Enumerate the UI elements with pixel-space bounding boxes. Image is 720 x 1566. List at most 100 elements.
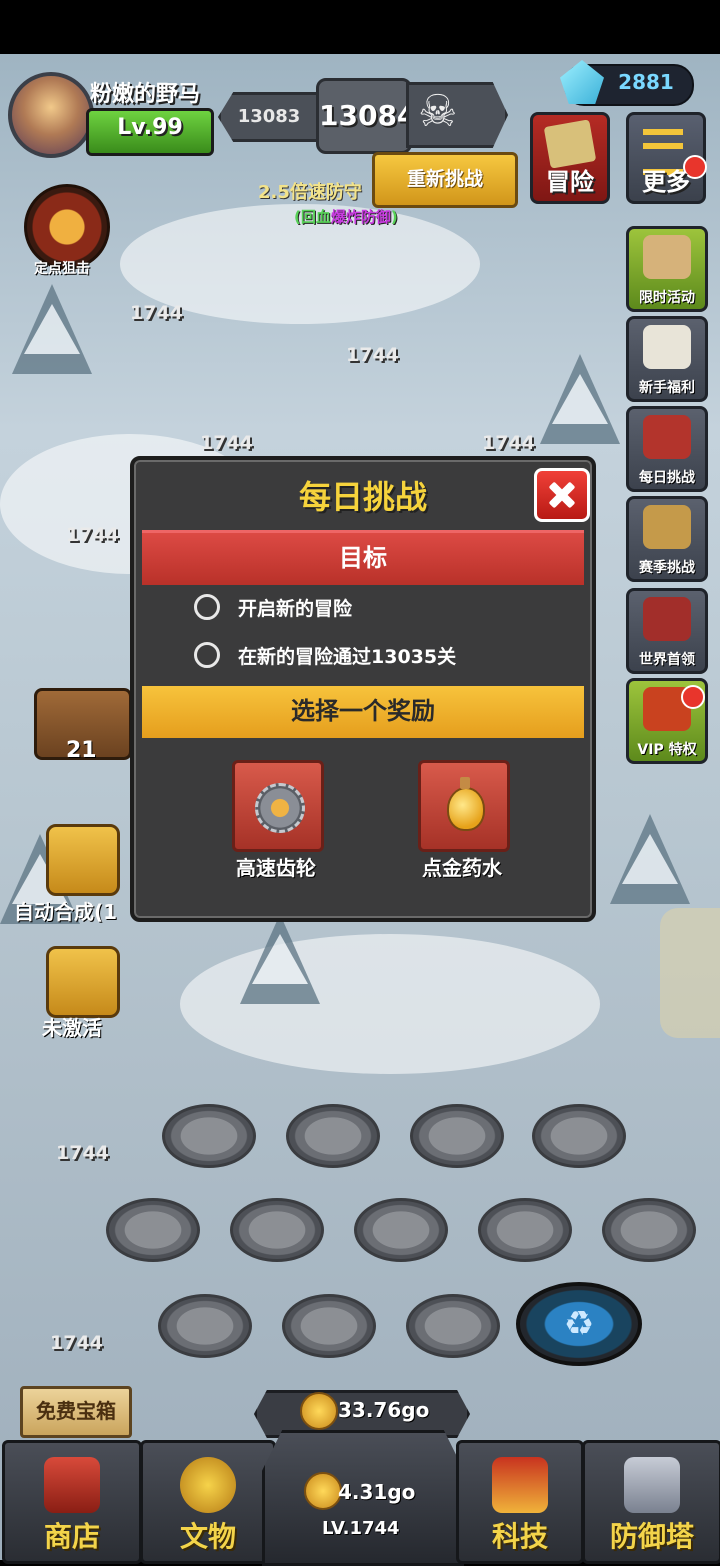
tree (12, 284, 92, 374)
side-label: 赛季挑战 (639, 560, 695, 576)
inactive-label: 未激活 (42, 1016, 102, 1040)
nav-artifact-label: 文物 (179, 1520, 236, 1553)
radio-icon (194, 642, 220, 668)
nav-defense[interactable]: 防御塔 (582, 1440, 720, 1564)
tower-slot[interactable] (230, 1198, 324, 1262)
auto-merge-label: 自动合成(1 (14, 900, 118, 924)
tower-slot[interactable] (282, 1294, 376, 1358)
dialog-title: 每日挑战 (298, 478, 427, 516)
more-button[interactable]: 更多 (626, 112, 707, 204)
goal-text: 在新的冒险通过13035关 (238, 646, 457, 668)
snipe-label: 定点狙击 (34, 261, 90, 277)
player-level-bar: Lv.99 (86, 108, 214, 156)
side-label: 限时活动 (639, 290, 695, 306)
tech-icon (492, 1457, 548, 1513)
shop-icon (44, 1457, 100, 1513)
goal-header: 目标 (142, 530, 584, 585)
nav-tech-label: 科技 (491, 1520, 548, 1553)
center-gold: 4.31go (338, 1480, 416, 1504)
tree (540, 354, 620, 444)
adventure-button[interactable]: 冒险 (530, 112, 610, 204)
tower-slot[interactable] (354, 1198, 448, 1262)
goal-text: 开启新的冒险 (238, 598, 353, 620)
gear-icon (255, 783, 305, 833)
artifact-icon (180, 1457, 236, 1513)
gold-rate: 33.76go (338, 1398, 430, 1422)
center-level: LV.1744 (322, 1518, 400, 1539)
skull-icon: ☠ (418, 86, 458, 137)
anvil-icon[interactable] (46, 824, 120, 896)
nav-artifact[interactable]: 文物 (140, 1440, 276, 1564)
season-challenge-button[interactable]: 赛季挑战 (626, 496, 708, 582)
nav-shop-label: 商店 (43, 1520, 100, 1553)
potion-icon (447, 777, 485, 831)
menu-icon-bar (643, 143, 683, 149)
tower-slot[interactable] (162, 1104, 256, 1168)
player-level: Lv.99 (117, 115, 183, 140)
more-label: 更多 (642, 168, 690, 196)
tree (240, 914, 320, 1004)
chest-count: 21 (66, 738, 97, 763)
recycle-icon[interactable]: ♻ (516, 1282, 642, 1366)
reward-potion-option[interactable] (418, 760, 510, 852)
radio-icon (194, 594, 220, 620)
tower-level: 1744 (200, 432, 253, 454)
side-label: 新手福利 (639, 380, 695, 396)
tower-slot[interactable] (158, 1294, 252, 1358)
adventure-label: 冒险 (546, 168, 594, 196)
tower-slot[interactable] (406, 1294, 500, 1358)
side-label: 世界首领 (639, 652, 695, 668)
tower-slot[interactable] (602, 1198, 696, 1262)
tower-level: 1744 (50, 1332, 103, 1354)
limited-event-button[interactable]: 限时活动 (626, 226, 708, 312)
close-icon[interactable] (534, 468, 590, 522)
vip-privilege-button[interactable]: VIP 特权 (626, 678, 708, 764)
retry-challenge-button[interactable]: 重新挑战 (372, 152, 518, 208)
previous-stage: 13083 (218, 92, 320, 142)
side-drawer-handle[interactable] (660, 908, 720, 1038)
tower-level: 1744 (482, 432, 535, 454)
tower-slot[interactable] (410, 1104, 504, 1168)
reward-header: 选择一个奖励 (142, 686, 584, 738)
crossed-swords-icon (643, 415, 691, 459)
nav-defense-label: 防御塔 (609, 1520, 694, 1553)
current-stage: 13084 (316, 78, 416, 154)
side-label: 每日挑战 (639, 470, 695, 486)
tower-slot[interactable] (532, 1104, 626, 1168)
free-chest-button[interactable]: 免费宝箱 (20, 1386, 132, 1438)
speed-defense-sub: (回血爆炸防御) (294, 206, 398, 227)
tower-slot[interactable] (106, 1198, 200, 1262)
newbie-benefit-button[interactable]: 新手福利 (626, 316, 708, 402)
player-name: 粉嫩的野马 (90, 82, 201, 107)
trophy-icon (643, 505, 691, 549)
daily-challenge-button[interactable]: 每日挑战 (626, 406, 708, 492)
tower-level: 1744 (346, 344, 399, 366)
status-bar (0, 0, 720, 54)
heal-label: (回血 (294, 208, 331, 226)
explosion-defense-label: 爆炸防御 (330, 208, 391, 226)
tower-slot[interactable] (286, 1104, 380, 1168)
notification-dot (681, 685, 705, 709)
tree (610, 814, 690, 904)
nav-shop[interactable]: 商店 (2, 1440, 142, 1564)
gold-coin-icon (304, 1472, 342, 1510)
tower-level: 1744 (56, 1142, 109, 1164)
gold-coin-icon (300, 1392, 338, 1430)
world-boss-button[interactable]: 世界首领 (626, 588, 708, 674)
scroll-icon (643, 235, 691, 279)
castle-tower-icon (624, 1457, 680, 1513)
daily-challenge-dialog: 每日挑战 目标 开启新的冒险 在新的冒险通过13035关 选择一个奖励 高速齿轮… (130, 456, 596, 922)
upgrade-arrow-icon[interactable] (46, 946, 120, 1018)
sub-suffix: ) (390, 208, 398, 226)
nav-tech[interactable]: 科技 (456, 1440, 584, 1564)
tower-level: 1744 (66, 524, 119, 546)
boss-skull-icon (643, 597, 691, 641)
reward-potion-label: 点金药水 (422, 856, 502, 880)
side-label: VIP 特权 (637, 742, 697, 758)
calendar-check-icon (643, 325, 691, 369)
player-avatar[interactable] (8, 72, 94, 158)
reward-gear-label: 高速齿轮 (236, 856, 316, 880)
reward-gear-option[interactable] (232, 760, 324, 852)
speed-defense-label: 2.5倍速防守 (258, 182, 362, 203)
tower-slot[interactable] (478, 1198, 572, 1262)
